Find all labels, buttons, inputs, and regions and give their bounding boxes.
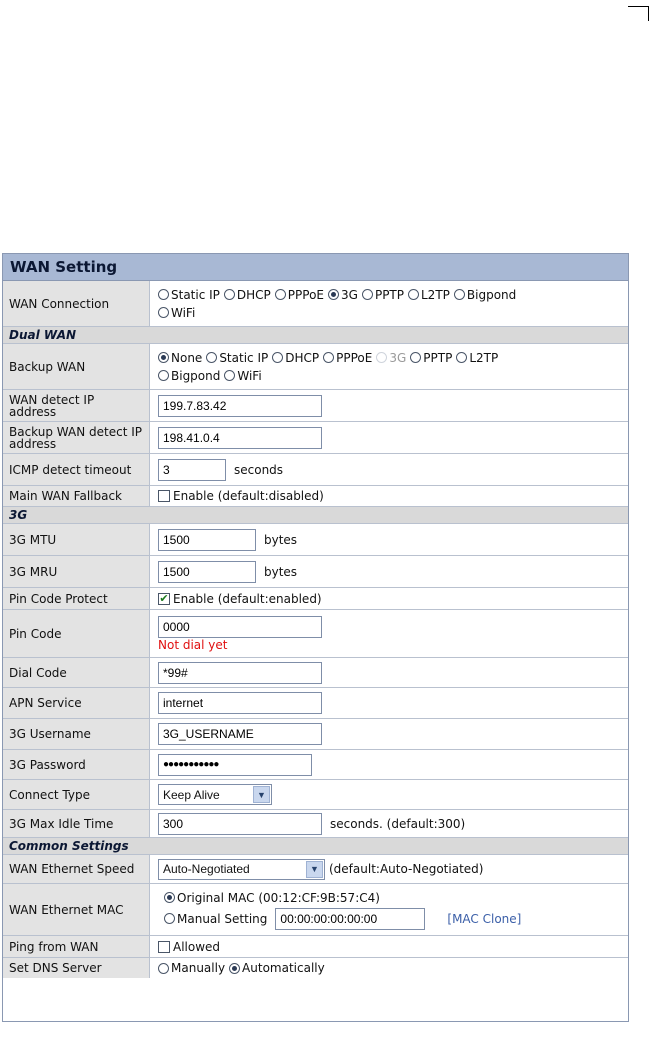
- row-3g-username: 3G Username 3G_USERNAME: [3, 719, 628, 750]
- username-label: 3G Username: [3, 719, 150, 749]
- mac-address-input[interactable]: 00:00:00:00:00:00: [275, 907, 426, 930]
- main-wan-fallback-checkbox[interactable]: [158, 490, 170, 502]
- main-wan-fallback-text: Enable (default:disabled): [173, 489, 324, 503]
- connect-type-label: Connect Type: [3, 780, 150, 809]
- row-wan-detect-ip: WAN detect IP address 199.7.83.42: [3, 390, 628, 422]
- radio-backup-static-ip[interactable]: Static IP: [206, 351, 268, 365]
- radio-wan-3g[interactable]: 3G: [328, 288, 358, 302]
- pin-code-input[interactable]: 0000: [158, 615, 322, 638]
- wan-detect-ip-input[interactable]: 199.7.83.42: [158, 394, 322, 417]
- ethernet-mac-label: WAN Ethernet MAC: [3, 884, 150, 935]
- main-wan-fallback-label: Main WAN Fallback: [3, 486, 150, 506]
- radio-wan-pptp[interactable]: PPTP: [361, 288, 404, 302]
- mac-clone-link[interactable]: [MAC Clone]: [447, 912, 521, 926]
- mtu-input[interactable]: 1500: [158, 528, 256, 551]
- radio-backup-none[interactable]: None: [158, 351, 202, 365]
- mtu-unit: bytes: [264, 532, 298, 547]
- radio-wan-wifi[interactable]: WiFi: [158, 306, 195, 320]
- backup-wan-label: Backup WAN: [3, 344, 150, 389]
- radio-dns-manually[interactable]: Manually: [158, 961, 225, 975]
- row-wan-ethernet-speed: WAN Ethernet Speed Auto-Negotiated ▼ (de…: [3, 855, 628, 884]
- row-dial-code: Dial Code *99#: [3, 658, 628, 688]
- radio-mac-original[interactable]: Original MAC (00:12:CF:9B:57:C4): [164, 891, 380, 905]
- mru-unit: bytes: [264, 564, 298, 579]
- radio-wan-static-ip[interactable]: Static IP: [158, 288, 220, 302]
- chevron-down-icon: ▼: [253, 786, 270, 803]
- radio-mac-manual[interactable]: Manual Setting: [164, 912, 267, 926]
- wan-connection-options: Static IP DHCP PPPoE 3G PPTP L2TP Bigpon…: [150, 281, 628, 326]
- row-3g-max-idle: 3G Max Idle Time 300 seconds. (default:3…: [3, 810, 628, 838]
- chevron-down-icon: ▼: [306, 860, 323, 878]
- apn-input[interactable]: internet: [158, 692, 322, 714]
- radio-backup-pppoe[interactable]: PPPoE: [323, 351, 372, 365]
- row-ping-from-wan: Ping from WAN Allowed: [3, 936, 628, 958]
- max-idle-input[interactable]: 300: [158, 812, 322, 835]
- section-common-settings: Common Settings: [3, 838, 628, 855]
- radio-wan-dhcp[interactable]: DHCP: [223, 288, 271, 302]
- pin-status-text: Not dial yet: [158, 637, 228, 652]
- section-3g: 3G: [3, 507, 628, 524]
- radio-wan-pppoe[interactable]: PPPoE: [274, 288, 324, 302]
- radio-dns-automatically[interactable]: Automatically: [229, 961, 325, 975]
- row-connect-type: Connect Type Keep Alive ▼: [3, 780, 628, 810]
- row-main-wan-fallback: Main WAN Fallback Enable (default:disabl…: [3, 486, 628, 507]
- row-set-dns-server: Set DNS Server Manually Automatically: [3, 958, 628, 978]
- dial-code-label: Dial Code: [3, 658, 150, 687]
- row-backup-detect-ip: Backup WAN detect IP address 198.41.0.4: [3, 422, 628, 454]
- icmp-timeout-unit: seconds: [234, 462, 284, 477]
- ethernet-speed-select[interactable]: Auto-Negotiated ▼: [158, 858, 325, 880]
- row-apn-service: APN Service internet: [3, 688, 628, 719]
- mru-input[interactable]: 1500: [158, 560, 256, 583]
- icmp-timeout-input[interactable]: 3: [158, 458, 226, 481]
- wan-detect-ip-label: WAN detect IP address: [3, 390, 150, 421]
- check-icon: ✔: [159, 592, 169, 605]
- ethernet-speed-default: (default:Auto-Negotiated): [329, 862, 484, 876]
- ping-from-wan-checkbox[interactable]: [158, 940, 170, 953]
- row-pin-code-protect: Pin Code Protect ✔ Enable (default:enabl…: [3, 588, 628, 610]
- backup-wan-options: None Static IP DHCP PPPoE 3G PPTP L2TP B…: [150, 344, 628, 389]
- apn-label: APN Service: [3, 688, 150, 718]
- row-3g-mru: 3G MRU 1500 bytes: [3, 556, 628, 588]
- username-input[interactable]: 3G_USERNAME: [158, 723, 322, 745]
- row-3g-mtu: 3G MTU 1500 bytes: [3, 524, 628, 556]
- radio-backup-wifi[interactable]: WiFi: [224, 369, 262, 383]
- section-dual-wan: Dual WAN: [3, 327, 628, 344]
- connect-type-select[interactable]: Keep Alive ▼: [158, 784, 272, 805]
- radio-backup-bigpond[interactable]: Bigpond: [158, 369, 220, 383]
- radio-backup-pptp[interactable]: PPTP: [410, 351, 452, 365]
- mtu-label: 3G MTU: [3, 524, 150, 555]
- backup-detect-ip-input[interactable]: 198.41.0.4: [158, 426, 322, 449]
- radio-backup-l2tp[interactable]: L2TP: [456, 351, 498, 365]
- dial-code-input[interactable]: *99#: [158, 661, 322, 684]
- max-idle-unit: seconds. (default:300): [330, 816, 466, 831]
- row-wan-connection: WAN Connection Static IP DHCP PPPoE 3G P…: [3, 281, 628, 327]
- radio-backup-3g-disabled: 3G: [376, 351, 406, 365]
- row-backup-wan: Backup WAN None Static IP DHCP PPPoE 3G …: [3, 344, 628, 390]
- icmp-timeout-label: ICMP detect timeout: [3, 454, 150, 485]
- ping-from-wan-text: Allowed: [173, 939, 221, 954]
- backup-detect-ip-label: Backup WAN detect IP address: [3, 422, 150, 453]
- row-icmp-timeout: ICMP detect timeout 3 seconds: [3, 454, 628, 486]
- radio-backup-dhcp[interactable]: DHCP: [272, 351, 319, 365]
- ethernet-speed-label: WAN Ethernet Speed: [3, 855, 150, 883]
- wan-setting-panel: WAN Setting WAN Connection Static IP DHC…: [2, 253, 629, 1022]
- mru-label: 3G MRU: [3, 556, 150, 587]
- password-label: 3G Password: [3, 750, 150, 779]
- max-idle-label: 3G Max Idle Time: [3, 810, 150, 837]
- radio-wan-l2tp[interactable]: L2TP: [408, 288, 450, 302]
- row-pin-code: Pin Code 0000 Not dial yet: [3, 610, 628, 658]
- pin-protect-text: Enable (default:enabled): [173, 591, 322, 606]
- panel-title: WAN Setting: [3, 254, 628, 281]
- ping-from-wan-label: Ping from WAN: [3, 936, 150, 957]
- radio-wan-bigpond[interactable]: Bigpond: [453, 288, 516, 302]
- page-corner-mark: [628, 6, 649, 21]
- dns-server-label: Set DNS Server: [3, 958, 150, 978]
- pin-protect-checkbox[interactable]: ✔: [158, 592, 170, 605]
- row-3g-password: 3G Password ●●●●●●●●●●●: [3, 750, 628, 780]
- password-input[interactable]: ●●●●●●●●●●●: [158, 753, 312, 776]
- row-wan-ethernet-mac: WAN Ethernet MAC Original MAC (00:12:CF:…: [3, 884, 628, 936]
- pin-code-label: Pin Code: [3, 610, 150, 657]
- wan-connection-label: WAN Connection: [3, 281, 150, 326]
- pin-protect-label: Pin Code Protect: [3, 588, 150, 609]
